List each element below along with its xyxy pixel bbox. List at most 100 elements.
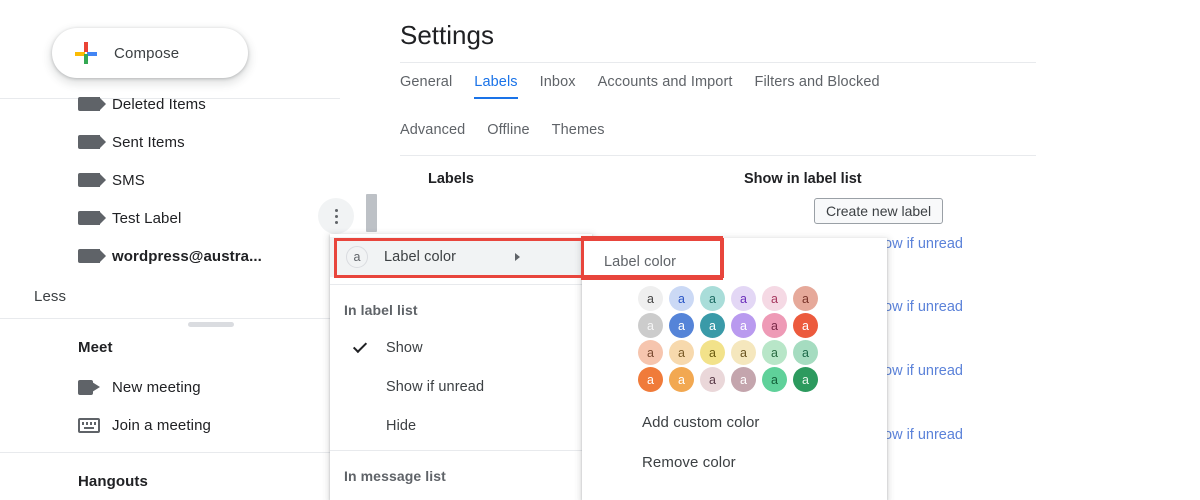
- show-if-unread-link[interactable]: ow if unread: [884, 299, 963, 315]
- video-camera-icon: [78, 380, 106, 395]
- scrollbar-thumb[interactable]: [366, 194, 377, 232]
- label-color-panel-title: Label color: [604, 254, 676, 270]
- show-if-unread-link[interactable]: ow if unread: [884, 427, 963, 443]
- show-if-unread-link[interactable]: ow if unread: [884, 236, 963, 252]
- settings-tabs-row-2: Advanced Offline Themes: [400, 122, 1200, 145]
- color-swatch-23[interactable]: a: [793, 367, 818, 392]
- add-custom-color-button[interactable]: Add custom color: [642, 414, 759, 431]
- page-title: Settings: [400, 20, 494, 51]
- check-icon: [353, 339, 367, 353]
- chevron-right-icon: [515, 253, 520, 261]
- color-swatch-19[interactable]: a: [669, 367, 694, 392]
- gmail-settings-screen: Compose Deleted Items Sent Items SMS Tes…: [0, 0, 1200, 500]
- color-swatch-14[interactable]: a: [700, 340, 725, 365]
- menu-divider: [330, 450, 592, 451]
- menu-item-show[interactable]: Show: [330, 329, 592, 367]
- tab-inbox[interactable]: Inbox: [540, 74, 576, 97]
- show-if-unread-link[interactable]: ow if unread: [884, 363, 963, 379]
- sidebar-resize-handle[interactable]: [188, 322, 234, 327]
- color-swatch-1[interactable]: a: [669, 286, 694, 311]
- color-swatch-15[interactable]: a: [731, 340, 756, 365]
- menu-item-hide[interactable]: Hide: [330, 407, 592, 445]
- more-options-icon[interactable]: [318, 198, 354, 234]
- sidebar-section-hangouts: Hangouts: [78, 473, 148, 490]
- color-swatch-0[interactable]: a: [638, 286, 663, 311]
- sidebar-item-label: Test Label: [112, 210, 181, 227]
- sidebar-item-label: Sent Items: [112, 134, 185, 151]
- sidebar-item-label: Deleted Items: [112, 96, 206, 113]
- color-swatch-10[interactable]: a: [762, 313, 787, 338]
- compose-button-label: Compose: [114, 45, 179, 62]
- sidebar-item-label: Less: [34, 288, 66, 305]
- label-tag-icon: [78, 173, 106, 187]
- remove-color-button[interactable]: Remove color: [642, 454, 736, 471]
- menu-group-in-label-list: In label list: [344, 302, 418, 318]
- compose-button[interactable]: Compose: [52, 28, 248, 78]
- tab-general[interactable]: General: [400, 74, 452, 97]
- menu-item-label: Show: [386, 340, 423, 356]
- sidebar-item-new-meeting[interactable]: New meeting: [0, 368, 340, 406]
- settings-tabs-row-1: General Labels Inbox Accounts and Import…: [400, 74, 1200, 106]
- sidebar-item-test-label[interactable]: Test Label: [0, 199, 340, 237]
- color-swatch-4[interactable]: a: [762, 286, 787, 311]
- color-swatch-9[interactable]: a: [731, 313, 756, 338]
- color-swatch-20[interactable]: a: [700, 367, 725, 392]
- label-tag-icon: [78, 97, 106, 111]
- menu-group-in-message-list: In message list: [344, 468, 446, 484]
- menu-item-label: Show if unread: [386, 379, 484, 395]
- menu-item-label: Label color: [384, 249, 456, 265]
- tab-offline[interactable]: Offline: [487, 122, 529, 145]
- tab-filters-and-blocked[interactable]: Filters and Blocked: [755, 74, 880, 97]
- sidebar-item-label: SMS: [112, 172, 145, 189]
- sidebar-item-sms[interactable]: SMS: [0, 161, 340, 199]
- menu-item-label: Hide: [386, 418, 416, 434]
- create-new-label-button[interactable]: Create new label: [814, 198, 943, 224]
- color-swatch-grid: aaaaaaaaaaaaaaaaaaaaaaaa: [638, 286, 824, 394]
- sidebar-divider-hangouts: [0, 452, 340, 453]
- menu-item-show-if-unread[interactable]: Show if unread: [330, 368, 592, 406]
- title-divider: [400, 62, 1036, 63]
- sidebar-item-label: New meeting: [112, 379, 201, 396]
- tab-themes[interactable]: Themes: [552, 122, 605, 145]
- color-swatch-11[interactable]: a: [793, 313, 818, 338]
- color-swatch-8[interactable]: a: [700, 313, 725, 338]
- color-swatch-17[interactable]: a: [793, 340, 818, 365]
- color-swatch-3[interactable]: a: [731, 286, 756, 311]
- label-context-menu: a Label color In label list Show Show if…: [330, 234, 592, 500]
- sidebar: Compose Deleted Items Sent Items SMS Tes…: [0, 0, 340, 500]
- tab-labels[interactable]: Labels: [474, 74, 517, 99]
- menu-item-label-color[interactable]: a Label color: [330, 237, 592, 277]
- sidebar-section-meet: Meet: [78, 339, 113, 356]
- label-tag-icon: [78, 135, 106, 149]
- settings-tabs: General Labels Inbox Accounts and Import…: [400, 74, 1200, 145]
- color-swatch-21[interactable]: a: [731, 367, 756, 392]
- menu-divider: [330, 284, 592, 285]
- sidebar-item-join-meeting[interactable]: Join a meeting: [0, 406, 340, 444]
- plus-icon: [74, 41, 98, 65]
- column-header-labels: Labels: [428, 171, 474, 187]
- sidebar-item-deleted-items[interactable]: Deleted Items: [0, 85, 340, 123]
- tabs-divider: [400, 155, 1036, 156]
- label-color-panel: Label color aaaaaaaaaaaaaaaaaaaaaaaa Add…: [582, 238, 887, 500]
- sidebar-item-wordpress[interactable]: wordpress@austra...: [0, 237, 340, 275]
- color-swatch-7[interactable]: a: [669, 313, 694, 338]
- label-tag-icon: [78, 249, 106, 263]
- sidebar-item-label: wordpress@austra...: [112, 248, 262, 265]
- color-swatch-6[interactable]: a: [638, 313, 663, 338]
- label-tag-icon: [78, 211, 106, 225]
- color-swatch-2[interactable]: a: [700, 286, 725, 311]
- tab-advanced[interactable]: Advanced: [400, 122, 465, 145]
- column-header-show-in-label-list: Show in label list: [744, 171, 862, 187]
- label-color-a-icon: a: [346, 246, 368, 268]
- keyboard-icon: [78, 418, 106, 433]
- color-swatch-22[interactable]: a: [762, 367, 787, 392]
- color-swatch-12[interactable]: a: [638, 340, 663, 365]
- sidebar-item-sent-items[interactable]: Sent Items: [0, 123, 340, 161]
- color-swatch-16[interactable]: a: [762, 340, 787, 365]
- color-swatch-13[interactable]: a: [669, 340, 694, 365]
- sidebar-item-less[interactable]: Less: [0, 277, 340, 315]
- sidebar-divider-meet: [0, 318, 340, 319]
- tab-accounts-and-import[interactable]: Accounts and Import: [598, 74, 733, 97]
- color-swatch-18[interactable]: a: [638, 367, 663, 392]
- color-swatch-5[interactable]: a: [793, 286, 818, 311]
